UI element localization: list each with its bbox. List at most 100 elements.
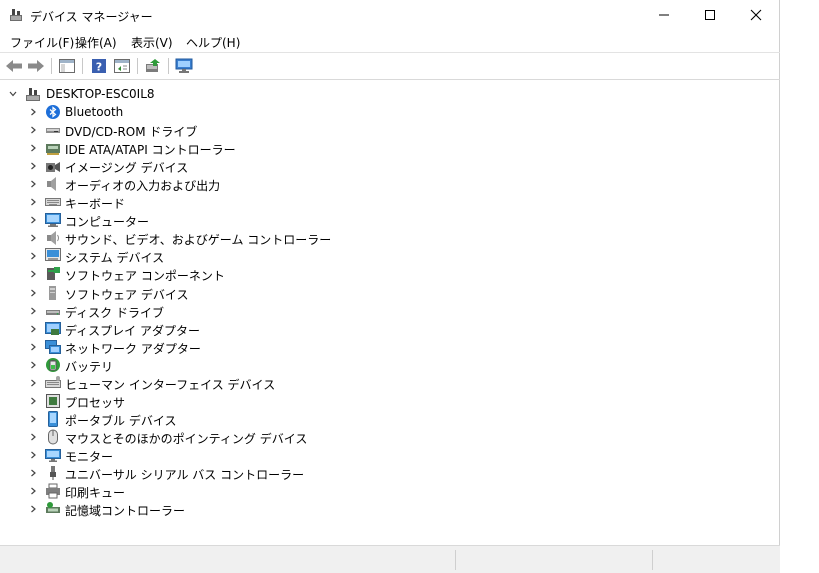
bluetooth-icon (46, 105, 60, 119)
tree-item[interactable]: ネットワーク アダプター (0, 338, 700, 356)
tree-item[interactable]: オーディオの入力および出力 (0, 175, 700, 193)
chevron-right-icon[interactable] (27, 449, 39, 461)
chevron-right-icon[interactable] (27, 377, 39, 389)
sound-icon (47, 231, 59, 245)
tree-item[interactable]: プロセッサ (0, 392, 700, 410)
processor-icon (46, 394, 60, 408)
menu-file[interactable]: ファイル(F) (10, 34, 74, 51)
chevron-right-icon[interactable] (27, 467, 39, 479)
title-bar[interactable]: デバイス マネージャー (0, 0, 780, 30)
monitor-icon (45, 449, 61, 462)
chevron-right-icon[interactable] (27, 214, 39, 226)
properties-button[interactable] (112, 56, 132, 76)
storage-controller-icon (46, 502, 60, 513)
tree-item[interactable]: ソフトウェア デバイス (0, 284, 700, 302)
close-button[interactable] (733, 0, 779, 30)
tree-item[interactable]: ディスプレイ アダプター (0, 320, 700, 338)
chevron-right-icon[interactable] (27, 160, 39, 172)
update-driver-button[interactable] (143, 56, 163, 76)
show-hide-console-tree-button[interactable] (57, 56, 77, 76)
chevron-right-icon[interactable] (27, 431, 39, 443)
minimize-button[interactable] (641, 0, 687, 30)
tree-item[interactable]: ポータブル デバイス (0, 410, 700, 428)
status-bar (0, 545, 780, 573)
display-adapter-icon (45, 322, 61, 335)
tree-item[interactable]: コンピューター (0, 211, 700, 229)
scan-hardware-changes-button[interactable] (174, 56, 194, 76)
tree-item[interactable]: DVD/CD-ROM ドライブ (0, 121, 700, 139)
tree-item-label: IDE ATA/ATAPI コントローラー (65, 143, 236, 157)
usb-icon (50, 466, 56, 480)
back-button[interactable] (4, 56, 24, 76)
speaker-icon (47, 177, 56, 191)
tree-item-label: ユニバーサル シリアル バス コントローラー (65, 468, 305, 482)
tree-item[interactable]: 記憶域コントローラー (0, 500, 700, 518)
tree-root-node[interactable]: DESKTOP-ESC0IL8 (0, 85, 700, 103)
tree-item[interactable]: ソフトウェア コンポーネント (0, 265, 700, 283)
tree-item-label: オーディオの入力および出力 (65, 179, 221, 193)
menu-help[interactable]: ヘルプ(H) (186, 34, 240, 51)
device-manager-window: デバイス マネージャー ファイル(F) 操作(A) 表示(V) ヘルプ(H) ? (0, 0, 780, 573)
tree-item-label: ディスプレイ アダプター (65, 324, 200, 338)
computer-icon (45, 213, 61, 227)
chevron-right-icon[interactable] (27, 395, 39, 407)
chevron-right-icon[interactable] (27, 250, 39, 262)
chevron-right-icon[interactable] (27, 359, 39, 371)
tree-item[interactable]: ユニバーサル シリアル バス コントローラー (0, 464, 700, 482)
menu-view[interactable]: 表示(V) (131, 34, 173, 51)
chevron-right-icon[interactable] (27, 124, 39, 136)
tree-item[interactable]: ヒューマン インターフェイス デバイス (0, 374, 700, 392)
forward-button[interactable] (26, 56, 46, 76)
chevron-right-icon[interactable] (27, 413, 39, 425)
tree-item-label: Bluetooth (65, 105, 124, 119)
device-tree[interactable]: DESKTOP-ESC0IL8 Bluetooth DVD/CD-ROM ドライブ… (0, 82, 780, 544)
ide-controller-icon (46, 144, 60, 155)
menu-action[interactable]: 操作(A) (75, 34, 117, 51)
tree-item-label: ネットワーク アダプター (65, 342, 201, 356)
tree-item[interactable]: マウスとそのほかのポインティング デバイス (0, 428, 700, 446)
chevron-down-icon[interactable] (7, 88, 19, 100)
maximize-icon (705, 10, 715, 20)
chevron-right-icon[interactable] (27, 485, 39, 497)
printer-icon (46, 483, 60, 499)
tree-item[interactable]: IDE ATA/ATAPI コントローラー (0, 139, 700, 157)
window-title: デバイス マネージャー (30, 10, 153, 24)
network-adapter-icon (45, 340, 61, 354)
help-button[interactable]: ? (89, 56, 109, 76)
battery-icon (46, 358, 60, 372)
chevron-right-icon[interactable] (27, 232, 39, 244)
tree-item[interactable]: イメージング デバイス (0, 157, 700, 175)
maximize-button[interactable] (687, 0, 733, 30)
chevron-right-icon[interactable] (27, 305, 39, 317)
imaging-device-icon (46, 162, 60, 172)
toolbar-separator (168, 58, 169, 74)
tree-item[interactable]: キーボード (0, 193, 700, 211)
close-icon (750, 9, 762, 21)
tree-item[interactable]: Bluetooth (0, 103, 700, 121)
chevron-right-icon[interactable] (27, 196, 39, 208)
tree-item[interactable]: システム デバイス (0, 247, 700, 265)
chevron-right-icon[interactable] (27, 503, 39, 515)
chevron-right-icon[interactable] (27, 323, 39, 335)
tree-item[interactable]: モニター (0, 446, 700, 464)
chevron-right-icon[interactable] (27, 178, 39, 190)
tree-item[interactable]: バッテリ (0, 356, 700, 374)
help-icon: ? (92, 59, 106, 74)
tree-item-label: ポータブル デバイス (65, 414, 177, 428)
tree-item[interactable]: サウンド、ビデオ、およびゲーム コントローラー (0, 229, 700, 247)
chevron-right-icon[interactable] (27, 142, 39, 154)
tree-item[interactable]: ディスク ドライブ (0, 302, 700, 320)
dvd-drive-icon (46, 128, 60, 133)
computer-tower-icon (26, 88, 40, 101)
tree-item-label: ソフトウェア コンポーネント (65, 269, 225, 283)
toolbar: ? (0, 53, 780, 80)
tree-item-label: キーボード (65, 197, 126, 211)
software-device-icon (49, 286, 56, 300)
tree-item[interactable]: 印刷キュー (0, 482, 700, 500)
chevron-right-icon[interactable] (27, 341, 39, 353)
chevron-right-icon[interactable] (27, 106, 39, 118)
chevron-right-icon[interactable] (27, 268, 39, 280)
tree-item-label: システム デバイス (65, 251, 165, 265)
chevron-right-icon[interactable] (27, 287, 39, 299)
tree-item-label: コンピューター (65, 215, 150, 229)
